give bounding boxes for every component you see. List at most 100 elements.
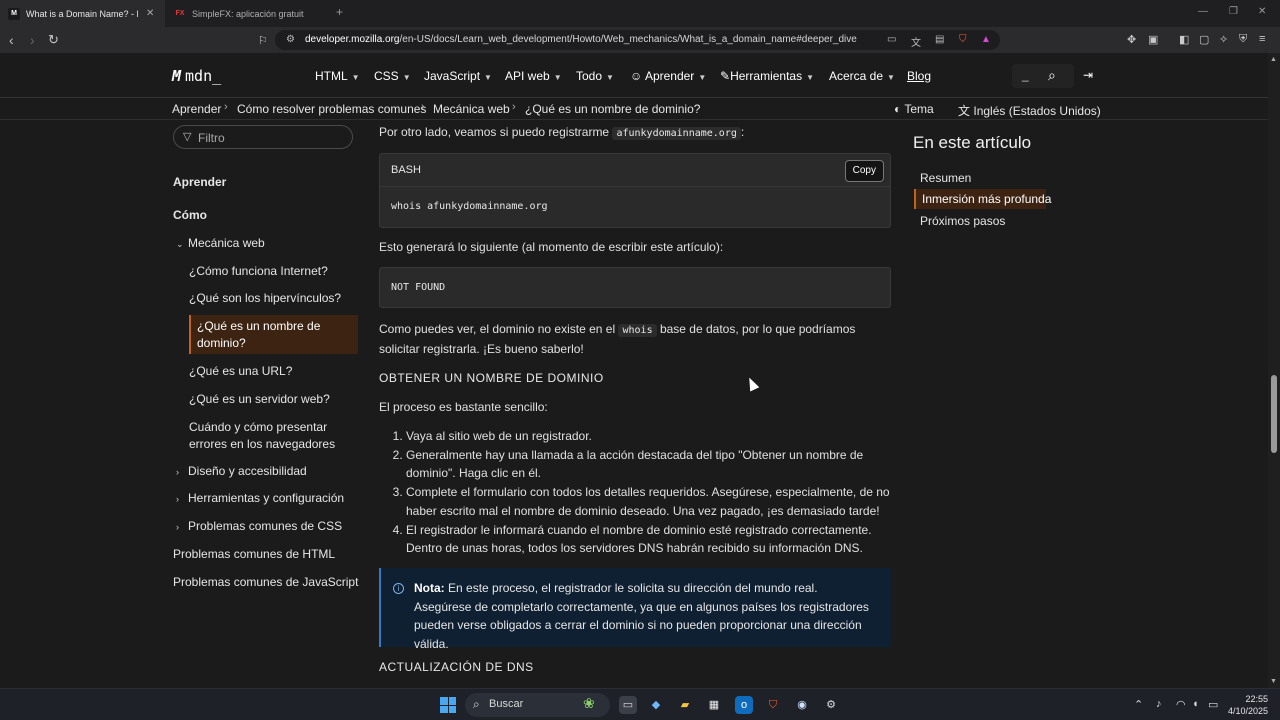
breadcrumb-item[interactable]: Cómo resolver problemas comunes xyxy=(237,102,426,116)
nav-javascript[interactable]: JavaScript ▼ xyxy=(424,69,492,83)
mdn-logo[interactable]: Mmdn_ xyxy=(172,67,221,85)
taskbar-search[interactable]: ⌕ Buscar ❀ xyxy=(465,693,610,717)
code-content: NOT FOUND xyxy=(391,282,446,293)
site-info-icon[interactable]: ⚙ xyxy=(286,34,295,45)
brave-browser-icon[interactable]: ⛉ xyxy=(764,696,782,714)
restore-window-button[interactable]: ❐ xyxy=(1229,6,1238,17)
url-text[interactable]: developer.mozilla.org/en-US/docs/Learn_w… xyxy=(305,34,857,45)
extensions-icon[interactable]: ✥ xyxy=(1127,33,1136,46)
breadcrumb-item[interactable]: Aprender xyxy=(172,102,221,116)
sidebar-icon[interactable]: ◧ xyxy=(1179,33,1189,46)
menu-icon[interactable]: ≡ xyxy=(1259,33,1265,45)
sidebar-item-internet[interactable]: ¿Cómo funciona Internet? xyxy=(189,263,328,280)
browser-tab-active[interactable]: M What is a Domain Name? - Learn ✕ xyxy=(0,0,165,27)
search-button[interactable]: _ ⌕ xyxy=(1012,64,1074,88)
settings-gear-icon[interactable]: ⚙ xyxy=(822,696,840,714)
heading-obtener-dominio[interactable]: OBTENER UN NOMBRE DE DOMINIO xyxy=(379,371,604,385)
windows-taskbar: ⌕ Buscar ❀ ▭ ◆ ▰ ▦ o ⛉ ◉ ⚙ ⌃ ♪ ◠ ◖ ▭ 22:… xyxy=(0,688,1280,720)
chevron-right-icon: › xyxy=(512,101,516,113)
breadcrumb-item-current[interactable]: ¿Qué es un nombre de dominio? xyxy=(525,102,700,116)
sidebar-item-herramientas[interactable]: › Herramientas y configuración xyxy=(176,490,344,508)
new-tab-button[interactable]: + xyxy=(336,5,343,19)
toc-title: En este artículo xyxy=(913,133,1032,152)
heading-actualizacion-dns[interactable]: ACTUALIZACIÓN DE DNS xyxy=(379,660,534,674)
reader-mode-icon[interactable]: ▤ xyxy=(935,34,944,45)
breadcrumb-item[interactable]: Mecánica web xyxy=(433,102,510,116)
reload-icon[interactable]: ↻ xyxy=(48,31,59,49)
microphone-icon[interactable]: ♪ xyxy=(1156,698,1162,710)
nav-blog-link[interactable]: Blog xyxy=(907,69,931,83)
tab-title: SimpleFX: aplicación gratuita de com xyxy=(192,8,304,19)
sidebar-item-url[interactable]: ¿Qué es una URL? xyxy=(189,363,292,380)
mdn-logo-text: mdn_ xyxy=(185,67,222,85)
inline-code: afunkydomainname.org xyxy=(612,127,741,140)
toc-item-proximos-pasos[interactable]: Próximos pasos xyxy=(914,211,1046,231)
outlook-icon[interactable]: o xyxy=(735,696,753,714)
nav-html[interactable]: HTML ▼ xyxy=(315,69,360,83)
close-window-button[interactable]: ✕ xyxy=(1258,6,1266,17)
copy-button[interactable]: Copy xyxy=(844,160,884,182)
nav-herramientas[interactable]: ✎Herramientas ▼ xyxy=(720,69,814,83)
sidebar-heading-aprender[interactable]: Aprender xyxy=(173,174,226,191)
learn-icon: ☺ xyxy=(630,69,643,83)
windows-start-icon[interactable] xyxy=(440,697,456,713)
sidebar-item-label: Herramientas y configuración xyxy=(188,491,345,505)
store-icon[interactable]: ▦ xyxy=(705,696,723,714)
sidebar-item-errores-navegadores[interactable]: Cuándo y cómo presentar errores en los n… xyxy=(189,419,339,453)
vpn-icon[interactable]: ⛨ xyxy=(1239,33,1247,46)
browser-tab-simplefx[interactable]: FX SimpleFX: aplicación gratuita de com xyxy=(166,0,331,27)
sidebar-item-html[interactable]: Problemas comunes de HTML xyxy=(173,546,335,563)
close-tab-icon[interactable]: ✕ xyxy=(146,8,154,19)
file-explorer-icon[interactable]: ▰ xyxy=(676,696,694,714)
mouse-cursor-icon xyxy=(744,375,760,392)
nav-api-web[interactable]: API web ▼ xyxy=(505,69,562,83)
nav-css[interactable]: CSS ▼ xyxy=(374,69,411,83)
page-scrollbar[interactable] xyxy=(1268,53,1280,688)
nav-todo[interactable]: Todo ▼ xyxy=(576,69,614,83)
minimize-window-button[interactable]: — xyxy=(1198,6,1208,17)
address-bar[interactable]: ⚙ developer.mozilla.org/en-US/docs/Learn… xyxy=(275,30,1000,50)
forward-icon[interactable]: › xyxy=(30,31,35,49)
task-view-icon[interactable]: ▭ xyxy=(619,696,637,714)
nav-acerca-de[interactable]: Acerca de ▼ xyxy=(829,69,895,83)
sidebar-item-javascript[interactable]: Problemas comunes de JavaScript xyxy=(173,574,358,591)
scroll-up-icon[interactable]: ▲ xyxy=(1270,56,1277,63)
sidebar-item-nombre-dominio[interactable]: ¿Qué es un nombre de dominio? xyxy=(189,315,358,354)
volume-icon[interactable]: ◖ xyxy=(1192,698,1199,710)
language-button[interactable]: 文 Inglés (Estados Unidos) xyxy=(958,102,1101,119)
theme-button[interactable]: ◐ Tema xyxy=(894,102,934,116)
taskbar-clock[interactable]: 22:55 4/10/2025 xyxy=(1226,693,1268,717)
nav-aprender[interactable]: ☺ Aprender ▼ xyxy=(630,69,706,83)
brave-shields-icon[interactable]: ⛉ xyxy=(959,34,967,45)
translate-icon[interactable]: 文 xyxy=(911,34,921,49)
tab-groups-icon[interactable]: ▣ xyxy=(1148,33,1158,46)
sidebar-filter-input[interactable]: ▽ Filtro xyxy=(173,125,353,149)
sidebar-item-diseno[interactable]: › Diseño y accesibilidad xyxy=(176,463,307,481)
brave-rewards-icon[interactable]: ▲ xyxy=(981,34,991,45)
list-item: Complete el formulario con todos los det… xyxy=(406,483,891,520)
cast-icon[interactable]: ▭ xyxy=(887,34,896,45)
wifi-icon[interactable]: ◠ xyxy=(1176,698,1186,711)
sidebar-item-mecanica-web[interactable]: ⌄ Mecánica web xyxy=(176,235,265,253)
toc-item-resumen[interactable]: Resumen xyxy=(914,168,1046,188)
battery-icon[interactable]: ▭ xyxy=(1208,698,1218,711)
scrollbar-thumb[interactable] xyxy=(1271,375,1277,453)
sidebar-item-label: Problemas comunes de CSS xyxy=(188,519,343,533)
tray-overflow-icon[interactable]: ⌃ xyxy=(1134,698,1143,711)
sidebar-item-hipervinculos[interactable]: ¿Qué son los hipervínculos? xyxy=(189,290,341,307)
mdn-header: Mmdn_ HTML ▼ CSS ▼ JavaScript ▼ API web ▼ To… xyxy=(0,53,1268,98)
sidebar-heading-como[interactable]: Cómo xyxy=(173,207,207,224)
copilot-icon[interactable]: ◆ xyxy=(647,696,665,714)
leo-ai-icon[interactable]: ✧ xyxy=(1219,33,1228,46)
clock-date: 4/10/2025 xyxy=(1227,706,1268,716)
login-icon[interactable]: ⇥ xyxy=(1083,68,1093,82)
sidebar-item-css[interactable]: › Problemas comunes de CSS xyxy=(176,518,342,536)
sidebar-item-servidor-web[interactable]: ¿Qué es un servidor web? xyxy=(189,391,330,408)
steam-icon[interactable]: ◉ xyxy=(793,696,811,714)
bookmark-icon[interactable]: ⚐ xyxy=(258,32,268,50)
chevron-right-icon: › xyxy=(421,101,425,113)
back-icon[interactable]: ‹ xyxy=(9,31,14,49)
wallet-icon[interactable]: ▢ xyxy=(1199,33,1209,46)
scroll-down-icon[interactable]: ▼ xyxy=(1270,678,1277,685)
toc-item-inmersion[interactable]: Inmersión más profunda xyxy=(914,189,1051,209)
